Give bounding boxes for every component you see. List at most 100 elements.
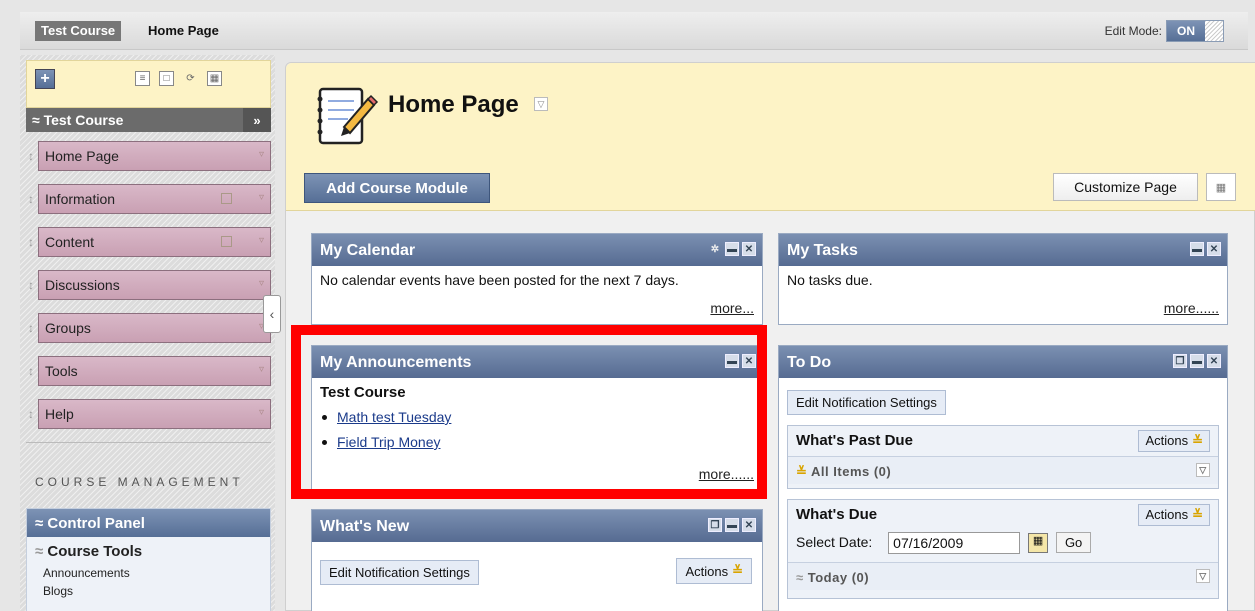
chevron-down-icon[interactable]: ▿ — [259, 192, 264, 203]
drag-handle-icon[interactable]: ↕ — [26, 364, 36, 378]
actions-button[interactable]: Actions ≚ — [676, 558, 752, 584]
nav-item-help[interactable]: ↕ Help ▿ — [26, 397, 271, 431]
grid-view-icon[interactable]: ▦ — [207, 71, 222, 86]
module-header[interactable]: To Do ❐ ▬ ✕ — [779, 346, 1227, 378]
nav-button[interactable]: Help ▿ — [38, 399, 271, 429]
drag-handle-icon[interactable]: ↕ — [26, 321, 36, 335]
chevron-down-icon[interactable]: ▽ — [1196, 569, 1210, 583]
nav-button[interactable]: Groups ▿ — [38, 313, 271, 343]
chevron-down-icon[interactable]: ▿ — [259, 235, 264, 246]
actions-button[interactable]: Actions ≚ — [1138, 430, 1210, 452]
minimize-icon[interactable]: ▬ — [1190, 354, 1204, 368]
drag-handle-icon[interactable]: ↕ — [26, 278, 36, 292]
all-items-row[interactable]: ≚ All Items (0) ▽ — [788, 456, 1218, 484]
calendar-icon[interactable]: ▦ — [1028, 533, 1049, 554]
chevron-down-icon[interactable]: ▽ — [1196, 463, 1210, 477]
nav-item-label: Home Page — [45, 148, 119, 164]
close-icon[interactable]: ✕ — [742, 518, 756, 532]
announcement-link[interactable]: Field Trip Money — [337, 434, 440, 450]
nav-item-information[interactable]: ↕ Information ▿ — [26, 182, 271, 216]
select-date-label: Select Date: — [796, 534, 873, 550]
more-link[interactable]: more...... — [699, 466, 754, 482]
calendar-empty-text: No calendar events have been posted for … — [320, 272, 679, 288]
edit-mode-value: ON — [1167, 21, 1205, 41]
control-panel-link-blogs[interactable]: Blogs — [27, 582, 270, 600]
go-button[interactable]: Go — [1055, 532, 1092, 553]
collapse-up-icon: ≈ — [796, 570, 804, 585]
nav-item-tools[interactable]: ↕ Tools ▿ — [26, 354, 271, 388]
collapse-menu-icon[interactable]: » — [243, 108, 271, 132]
module-header[interactable]: My Calendar ✲ ▬ ✕ — [312, 234, 762, 266]
control-panel-link-announcements[interactable]: Announcements — [27, 564, 270, 582]
chevron-down-icon: ≚ — [732, 563, 743, 578]
actions-label: Actions — [685, 563, 729, 579]
minimize-icon[interactable]: ▬ — [1190, 242, 1204, 256]
folder-view-icon[interactable]: □ — [159, 71, 174, 86]
nav-button[interactable]: Tools ▿ — [38, 356, 271, 386]
list-view-icon[interactable]: ≡ — [135, 71, 150, 86]
bullet — [322, 414, 327, 420]
whats-past-due-panel: What's Past Due Actions ≚ ≚ All Items (0)… — [787, 425, 1219, 489]
breadcrumb-page: Home Page — [148, 23, 219, 38]
drag-handle-icon[interactable]: ↕ — [26, 192, 36, 206]
nav-item-label: Information — [45, 191, 116, 207]
refresh-icon[interactable]: ⟳ — [183, 71, 198, 86]
control-panel-header[interactable]: ≈ Control Panel — [27, 509, 270, 537]
nav-button[interactable]: Information ▿ — [38, 184, 271, 214]
more-link[interactable]: more...... — [1164, 300, 1219, 316]
chevron-down-icon[interactable]: ▿ — [259, 407, 264, 418]
customize-page-button[interactable]: Customize Page — [1053, 173, 1198, 201]
actions-label: Actions — [1145, 507, 1189, 522]
today-row[interactable]: ≈ Today (0) ▽ — [788, 562, 1218, 590]
page-header: Home Page ▽ Add Course Module Customize … — [286, 63, 1255, 211]
minimize-icon[interactable]: ▬ — [725, 242, 739, 256]
collapse-up-icon[interactable]: ≈ — [35, 515, 43, 532]
collapse-up-icon[interactable]: ≈ — [35, 543, 43, 560]
more-link[interactable]: more... — [710, 300, 754, 316]
announcement-link[interactable]: Math test Tuesday — [337, 409, 451, 425]
nav-item-content[interactable]: ↕ Content ▿ — [26, 225, 271, 259]
collapse-sidebar-button[interactable]: ‹ — [263, 295, 281, 333]
edit-mode-off-area — [1205, 21, 1223, 41]
drag-handle-icon[interactable]: ↕ — [26, 149, 36, 163]
edit-notification-settings-button[interactable]: Edit Notification Settings — [320, 560, 479, 585]
close-icon[interactable]: ✕ — [1207, 354, 1221, 368]
close-icon[interactable]: ✕ — [742, 354, 756, 368]
close-icon[interactable]: ✕ — [742, 242, 756, 256]
actions-button[interactable]: Actions ≚ — [1138, 504, 1210, 526]
drag-handle-icon[interactable]: ↕ — [26, 407, 36, 421]
add-course-module-button[interactable]: Add Course Module — [304, 173, 490, 203]
chevron-down-icon[interactable]: ▿ — [259, 149, 264, 160]
edit-mode-toggle[interactable]: ON — [1166, 20, 1224, 42]
breadcrumb-course[interactable]: Test Course — [35, 21, 122, 41]
minimize-icon[interactable]: ▬ — [725, 354, 739, 368]
layout-grid-icon[interactable]: ▦ — [1206, 173, 1236, 201]
nav-item-home-page[interactable]: ↕ Home Page ▿ — [26, 139, 271, 173]
module-header[interactable]: What's New ❐ ▬ ✕ — [312, 510, 762, 542]
collapse-up-icon[interactable]: ≈ — [32, 112, 40, 128]
minimize-icon[interactable]: ▬ — [725, 518, 739, 532]
nav-item-groups[interactable]: ↕ Groups ▿ — [26, 311, 271, 345]
module-header[interactable]: My Announcements ▬ ✕ — [312, 346, 762, 378]
module-title: My Calendar — [320, 242, 416, 259]
nav-button[interactable]: Discussions ▿ — [38, 270, 271, 300]
date-input[interactable]: 07/16/2009 — [888, 532, 1021, 555]
chevron-down-icon[interactable]: ▿ — [259, 278, 264, 289]
course-tools-section[interactable]: ≈ Course Tools — [27, 537, 270, 564]
add-menu-item-button[interactable]: + — [35, 69, 55, 89]
module-whats-new: What's New ❐ ▬ ✕ Edit Notification Setti… — [311, 509, 763, 611]
panel-title: What's Past Due — [796, 432, 913, 449]
restore-icon[interactable]: ❐ — [1173, 354, 1187, 368]
chevron-down-icon[interactable]: ▽ — [534, 97, 548, 111]
gear-icon[interactable]: ✲ — [708, 242, 722, 256]
nav-item-label: Tools — [45, 363, 78, 379]
drag-handle-icon[interactable]: ↕ — [26, 235, 36, 249]
module-header[interactable]: My Tasks ▬ ✕ — [779, 234, 1227, 266]
restore-icon[interactable]: ❐ — [708, 518, 722, 532]
nav-item-discussions[interactable]: ↕ Discussions ▿ — [26, 268, 271, 302]
chevron-down-icon[interactable]: ▿ — [259, 364, 264, 375]
close-icon[interactable]: ✕ — [1207, 242, 1221, 256]
edit-notification-settings-button[interactable]: Edit Notification Settings — [787, 390, 946, 415]
nav-button[interactable]: Home Page ▿ — [38, 141, 271, 171]
nav-button[interactable]: Content ▿ — [38, 227, 271, 257]
